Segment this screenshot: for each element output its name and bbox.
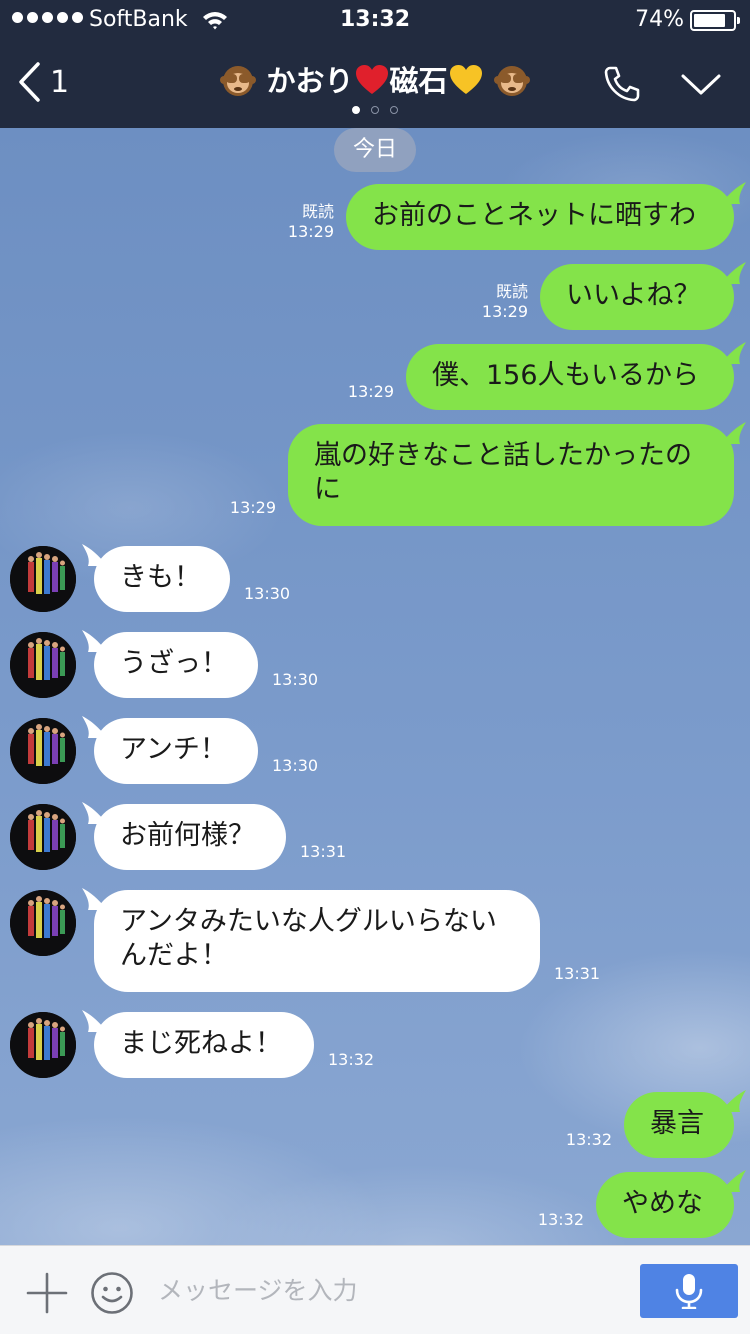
unread-count: 1: [50, 64, 70, 100]
sent-message-bubble[interactable]: 嵐の好きなこと話したかったのに: [288, 424, 734, 526]
message-timestamp: 13:30: [244, 584, 291, 603]
bubble-tail: [720, 1170, 746, 1192]
message-timestamp: 13:31: [300, 842, 347, 861]
message-meta: 13:29: [348, 382, 394, 402]
see-no-evil-monkey-icon: [493, 66, 530, 96]
bubble-tail: [720, 342, 746, 364]
message-timestamp: 13:29: [347, 382, 394, 401]
status-bar: SoftBank 13:32 74%: [0, 0, 750, 42]
bubble-tail: [82, 1010, 108, 1032]
bubble-tail: [720, 1090, 746, 1112]
red-heart-icon: [355, 65, 388, 94]
yellow-heart-icon: [449, 65, 482, 94]
avatar[interactable]: [10, 804, 76, 870]
back-button[interactable]: 1: [16, 60, 69, 104]
message-composer: [0, 1245, 750, 1334]
page-dot: [371, 106, 379, 114]
chat-title-suffix: 磁石: [389, 64, 448, 98]
page-dot: [352, 106, 360, 114]
chat-header: 1 かおり 磁石: [0, 42, 750, 128]
chevron-down-icon[interactable]: [680, 70, 722, 98]
bubble-tail: [720, 422, 746, 444]
message-meta: 13:30: [272, 756, 318, 776]
page-dot: [390, 106, 398, 114]
message-timestamp: 13:31: [554, 964, 601, 983]
message-meta: 13:30: [272, 670, 318, 690]
message-timestamp: 13:29: [229, 498, 276, 517]
top-bar: SoftBank 13:32 74% 1 かおり 磁石: [0, 0, 750, 128]
sent-message-bubble[interactable]: いいよね？: [540, 264, 734, 330]
bubble-tail: [720, 182, 746, 204]
see-no-evil-monkey-icon: [220, 66, 257, 96]
message-meta: 13:29: [230, 498, 276, 518]
bubble-tail: [82, 802, 108, 824]
message-input[interactable]: [158, 1268, 618, 1312]
bubble-tail: [82, 630, 108, 652]
avatar[interactable]: [10, 890, 76, 956]
received-message-bubble[interactable]: きも！: [94, 546, 230, 612]
message-meta: 13:32: [538, 1210, 584, 1230]
sent-message-bubble[interactable]: 僕、156人もいるから: [406, 344, 734, 410]
avatar[interactable]: [10, 632, 76, 698]
message-timestamp: 13:32: [537, 1210, 584, 1229]
read-receipt: 既読: [301, 202, 334, 221]
bubble-tail: [82, 716, 108, 738]
bubble-tail: [720, 262, 746, 284]
date-separator: 今日: [334, 128, 416, 172]
chat-area[interactable]: 今日 お前のことネットに晒すわ 既読 13:29 いいよね？ 既読 13:29 僕、156人…: [0, 128, 750, 1245]
message-meta: 13:31: [554, 964, 600, 984]
chat-title-name: かおり: [266, 64, 354, 98]
sent-message-bubble[interactable]: やめな: [596, 1172, 734, 1238]
message-timestamp: 13:32: [565, 1130, 612, 1149]
bubble-tail: [82, 544, 108, 566]
voice-message-button[interactable]: [640, 1264, 738, 1318]
message-timestamp: 13:32: [328, 1050, 375, 1069]
sent-message-bubble[interactable]: お前のことネットに晒すわ: [346, 184, 734, 250]
message-timestamp: 13:29: [287, 222, 334, 241]
message-meta: 既読 13:29: [482, 282, 528, 322]
plus-icon[interactable]: [26, 1272, 68, 1314]
message-meta: 既読 13:29: [288, 202, 334, 242]
message-timestamp: 13:29: [481, 302, 528, 321]
message-meta: 13:31: [300, 842, 346, 862]
avatar[interactable]: [10, 1012, 76, 1078]
page-indicator: [0, 106, 750, 114]
message-timestamp: 13:30: [272, 670, 319, 689]
received-message-bubble[interactable]: アンタみたいな人グルいらないんだよ！: [94, 890, 540, 992]
sent-message-bubble[interactable]: 暴言: [624, 1092, 734, 1158]
chat-title[interactable]: かおり 磁石: [150, 58, 600, 100]
received-message-bubble[interactable]: お前何様？: [94, 804, 286, 870]
message-timestamp: 13:30: [272, 756, 319, 775]
received-message-bubble[interactable]: まじ死ねよ！: [94, 1012, 314, 1078]
avatar[interactable]: [10, 546, 76, 612]
avatar[interactable]: [10, 718, 76, 784]
read-receipt: 既読: [495, 282, 528, 301]
back-chevron-icon: [19, 62, 40, 102]
received-message-bubble[interactable]: うざっ！: [94, 632, 258, 698]
message-meta: 13:32: [328, 1050, 374, 1070]
bubble-tail: [82, 888, 108, 910]
message-meta: 13:32: [566, 1130, 612, 1150]
microphone-icon: [675, 1274, 703, 1309]
battery-icon: [690, 10, 740, 31]
battery-percentage: 74%: [635, 7, 684, 32]
received-message-bubble[interactable]: アンチ！: [94, 718, 258, 784]
smiley-icon[interactable]: [90, 1271, 134, 1315]
message-meta: 13:30: [244, 584, 290, 604]
phone-icon[interactable]: [602, 64, 642, 104]
